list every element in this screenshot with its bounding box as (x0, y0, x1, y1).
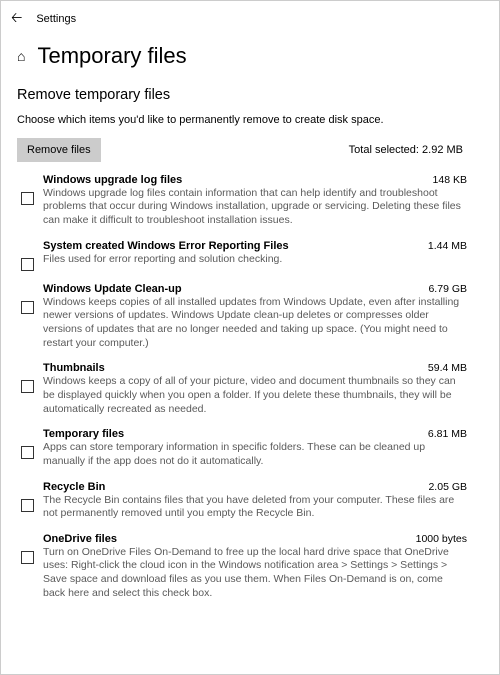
item-checkbox[interactable] (21, 551, 34, 564)
items-list: Windows upgrade log files 148 KBWindows u… (17, 174, 483, 601)
section-description: Choose which items you'd like to permane… (17, 113, 397, 128)
item-checkbox[interactable] (21, 380, 34, 393)
item-title: Temporary files (43, 428, 124, 440)
item-size: 1.44 MB (428, 240, 467, 252)
title-bar: 🡠 Settings (1, 1, 499, 37)
app-name: Settings (36, 13, 76, 25)
item-size: 2.05 GB (428, 481, 467, 493)
item-size: 59.4 MB (428, 362, 467, 374)
item-checkbox[interactable] (21, 192, 34, 205)
item-checkbox[interactable] (21, 301, 34, 314)
item-size: 1000 bytes (416, 533, 467, 545)
list-item: Temporary files 6.81 MBApps can store tem… (17, 428, 483, 468)
item-title: Recycle Bin (43, 481, 105, 493)
list-item: System created Windows Error Reporting F… (17, 240, 483, 271)
item-title: Windows upgrade log files (43, 174, 182, 186)
item-checkbox[interactable] (21, 446, 34, 459)
home-icon[interactable]: ⌂ (17, 48, 25, 64)
section-title: Remove temporary files (17, 87, 483, 103)
total-selected-label: Total selected: 2.92 MB (349, 144, 463, 156)
list-item: Windows upgrade log files 148 KBWindows u… (17, 174, 483, 228)
item-checkbox[interactable] (21, 499, 34, 512)
item-description: Windows upgrade log files contain inform… (43, 187, 467, 228)
item-size: 148 KB (433, 174, 467, 186)
remove-files-button[interactable]: Remove files (17, 138, 101, 162)
item-size: 6.81 MB (428, 428, 467, 440)
item-description: Turn on OneDrive Files On-Demand to free… (43, 546, 467, 601)
item-title: Thumbnails (43, 362, 105, 374)
item-title: OneDrive files (43, 533, 117, 545)
item-description: Windows keeps copies of all installed up… (43, 296, 467, 351)
back-icon[interactable]: 🡠 (11, 7, 22, 31)
item-description: The Recycle Bin contains files that you … (43, 494, 467, 521)
list-item: Windows Update Clean-up 6.79 GBWindows ke… (17, 283, 483, 351)
list-item: Recycle Bin 2.05 GBThe Recycle Bin contai… (17, 481, 483, 521)
item-description: Windows keeps a copy of all of your pict… (43, 375, 467, 416)
list-item: OneDrive files 1000 bytesTurn on OneDrive… (17, 533, 483, 601)
item-checkbox[interactable] (21, 258, 34, 271)
item-size: 6.79 GB (428, 283, 467, 295)
list-item: Thumbnails 59.4 MBWindows keeps a copy of… (17, 362, 483, 416)
page-title: Temporary files (37, 43, 186, 69)
item-description: Apps can store temporary information in … (43, 441, 467, 468)
item-description: Files used for error reporting and solut… (43, 253, 467, 267)
item-title: System created Windows Error Reporting F… (43, 240, 289, 252)
item-title: Windows Update Clean-up (43, 283, 182, 295)
